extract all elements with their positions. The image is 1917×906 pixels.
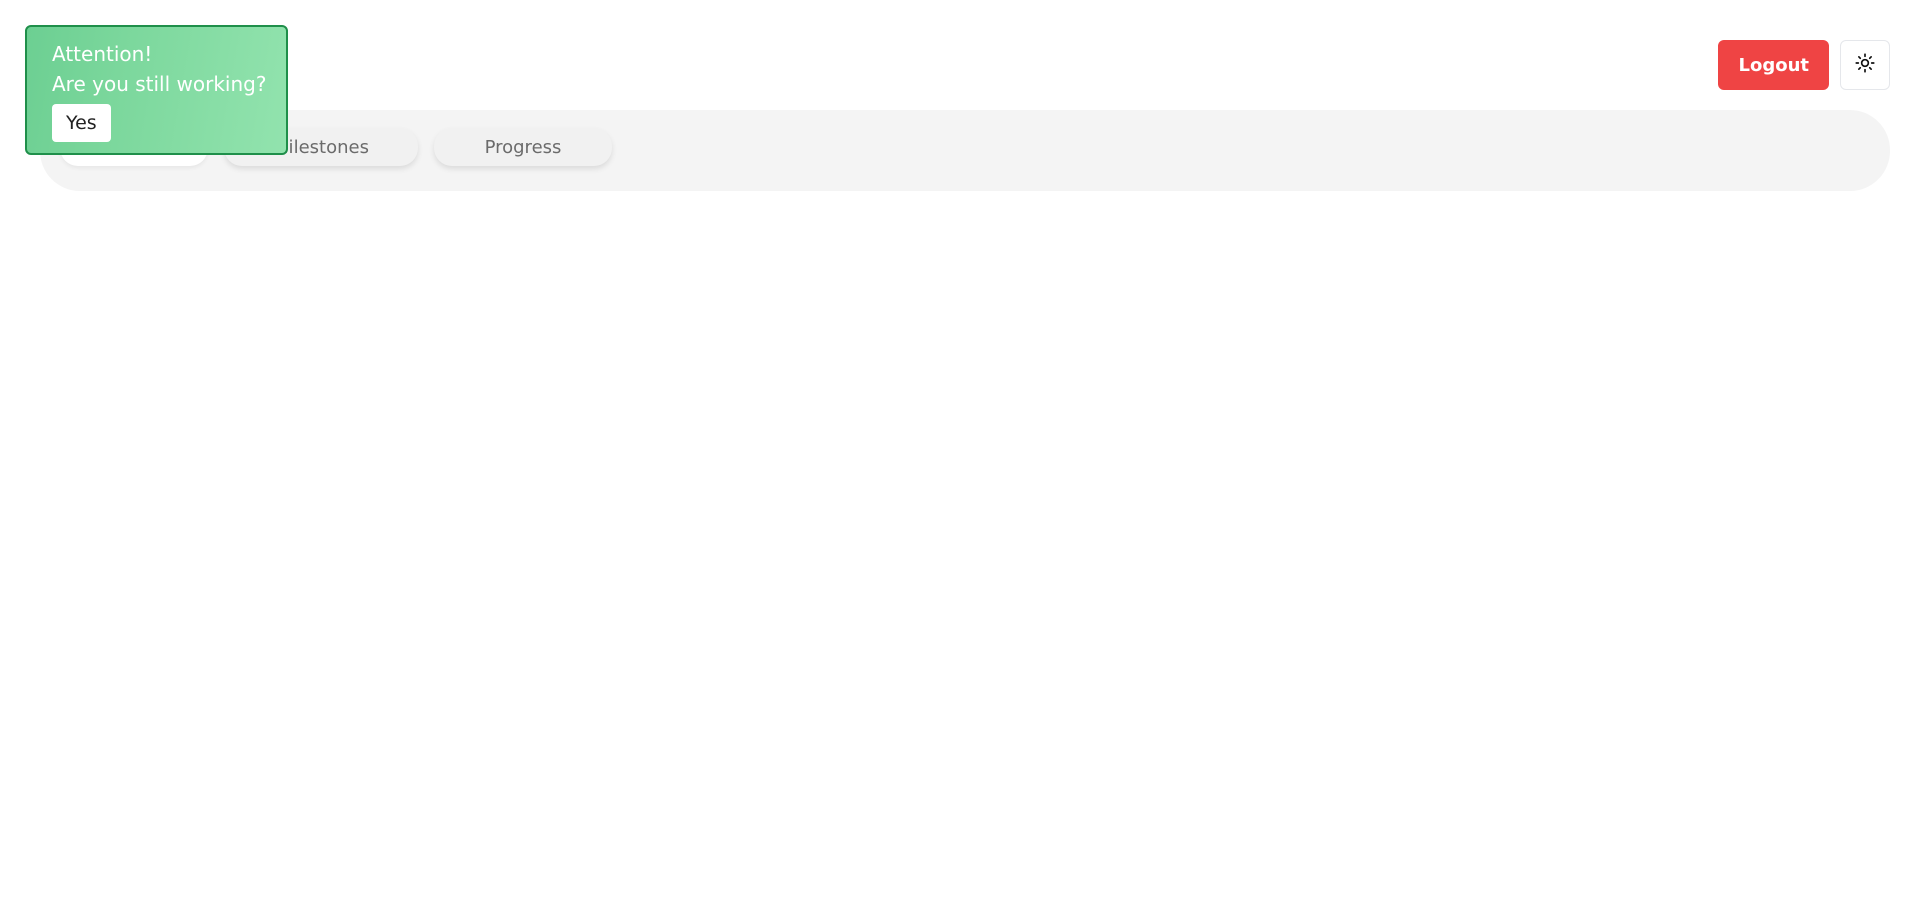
yes-button[interactable]: Yes <box>52 104 111 142</box>
logout-button[interactable]: Logout <box>1718 40 1829 90</box>
theme-toggle-button[interactable] <box>1840 40 1890 90</box>
sun-icon <box>1855 53 1875 77</box>
toast-title: Attention! <box>52 42 153 66</box>
toast-message: Are you still working? <box>52 72 267 96</box>
attention-toast: Attention! Are you still working? Yes <box>25 25 288 155</box>
header-actions: Logout <box>1718 40 1890 90</box>
tab-progress[interactable]: Progress <box>434 128 612 166</box>
tabs-bar: Overview Milestones Progress <box>40 110 1890 191</box>
page: Logout Overview Milestones Progress <box>0 0 1917 906</box>
